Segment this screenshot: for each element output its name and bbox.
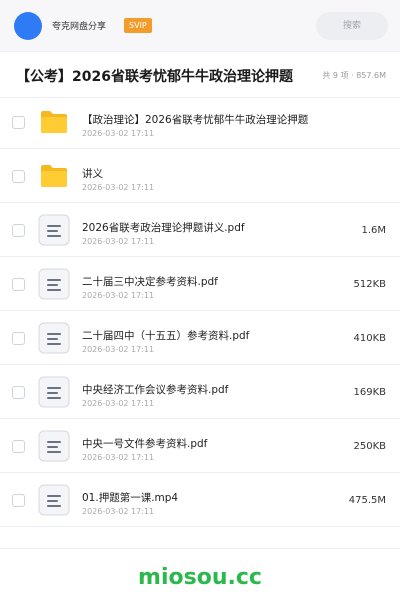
select-checkbox[interactable] [12, 332, 25, 345]
avatar[interactable] [14, 12, 42, 40]
folder-row[interactable]: 【政治理论】2026省联考忧郁牛牛政治理论押题 2026-03-02 17:11 [0, 95, 400, 149]
item-date: 2026-03-02 17:11 [82, 237, 155, 246]
folder-row[interactable]: 讲义 2026-03-02 17:11 [0, 149, 400, 203]
folder-icon [40, 110, 68, 134]
file-row[interactable]: 中央一号文件参考资料.pdf 2026-03-02 17:11 250KB [0, 419, 400, 473]
document-icon [38, 430, 70, 462]
file-row[interactable]: 01.押题第一课.mp4 2026-03-02 17:11 475.5M [0, 473, 400, 527]
top-bar: 夸克网盘分享 SVIP [0, 0, 400, 52]
folder-icon [40, 164, 68, 188]
document-icon [38, 214, 70, 246]
select-checkbox[interactable] [12, 494, 25, 507]
file-list: 【政治理论】2026省联考忧郁牛牛政治理论押题 2026-03-02 17:11 讲… [0, 95, 400, 527]
page-title: 【公考】2026省联考忧郁牛牛政治理论押题 [16, 69, 293, 85]
item-size: 475.5M [348, 495, 386, 506]
item-date: 2026-03-02 17:11 [82, 129, 155, 138]
select-checkbox[interactable] [12, 224, 25, 237]
select-checkbox[interactable] [12, 170, 25, 183]
brand-watermark: miosou.cc [138, 565, 262, 590]
item-date: 2026-03-02 17:11 [82, 453, 155, 462]
item-date: 2026-03-02 17:11 [82, 345, 155, 354]
item-date: 2026-03-02 17:11 [82, 291, 155, 300]
item-name[interactable]: 二十届四中（十五五）参考资料.pdf [82, 328, 249, 343]
select-checkbox[interactable] [12, 386, 25, 399]
item-size: 410KB [353, 333, 386, 344]
file-row[interactable]: 2026省联考政治理论押题讲义.pdf 2026-03-02 17:11 1.6M [0, 203, 400, 257]
item-date: 2026-03-02 17:11 [82, 183, 155, 192]
item-date: 2026-03-02 17:11 [82, 507, 155, 516]
item-size: 250KB [353, 441, 386, 452]
item-name[interactable]: 二十届三中决定参考资料.pdf [82, 274, 218, 289]
item-name[interactable]: 讲义 [82, 166, 103, 181]
item-name[interactable]: 中央经济工作会议参考资料.pdf [82, 382, 228, 397]
select-checkbox[interactable] [12, 440, 25, 453]
item-size: 1.6M [361, 225, 386, 236]
item-size: 169KB [353, 387, 386, 398]
item-name[interactable]: 中央一号文件参考资料.pdf [82, 436, 207, 451]
search-input[interactable] [316, 12, 388, 40]
document-icon [38, 484, 70, 516]
file-row[interactable]: 二十届四中（十五五）参考资料.pdf 2026-03-02 17:11 410KB [0, 311, 400, 365]
document-icon [38, 376, 70, 408]
item-count: 共 9 项 · 857.6M [322, 71, 386, 80]
file-row[interactable]: 二十届三中决定参考资料.pdf 2026-03-02 17:11 512KB [0, 257, 400, 311]
sharer-name[interactable]: 夸克网盘分享 [52, 19, 106, 32]
item-name[interactable]: 01.押题第一课.mp4 [82, 490, 178, 505]
document-icon [38, 268, 70, 300]
item-name[interactable]: 【政治理论】2026省联考忧郁牛牛政治理论押题 [82, 112, 308, 127]
select-checkbox[interactable] [12, 278, 25, 291]
folder-header: 【公考】2026省联考忧郁牛牛政治理论押题 共 9 项 · 857.6M [0, 52, 400, 98]
document-icon [38, 322, 70, 354]
select-checkbox[interactable] [12, 116, 25, 129]
item-name[interactable]: 2026省联考政治理论押题讲义.pdf [82, 220, 245, 235]
file-row[interactable]: 中央经济工作会议参考资料.pdf 2026-03-02 17:11 169KB [0, 365, 400, 419]
item-size: 512KB [353, 279, 386, 290]
svip-badge: SVIP [124, 18, 152, 33]
footer: miosou.cc [0, 548, 400, 600]
item-date: 2026-03-02 17:11 [82, 399, 155, 408]
